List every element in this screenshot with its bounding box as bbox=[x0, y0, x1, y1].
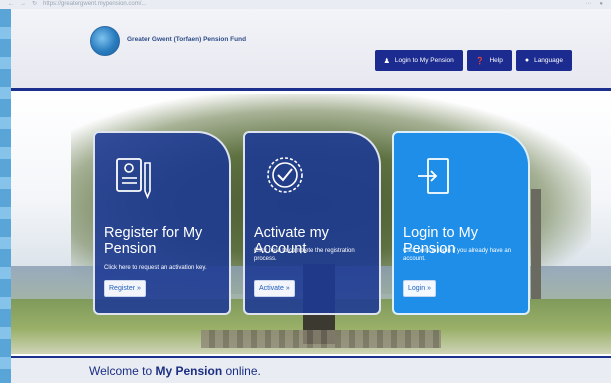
activate-card-desc: Click here to complete the registration … bbox=[254, 248, 355, 262]
login-door-icon bbox=[414, 153, 454, 203]
language-nav-button[interactable]: ● Language bbox=[515, 50, 572, 71]
hero: Register for My Pension Click here to re… bbox=[11, 94, 611, 354]
login-card-desc: Click here to login if you already have … bbox=[403, 248, 512, 262]
check-badge-icon bbox=[265, 153, 305, 203]
welcome-brand: My Pension bbox=[155, 364, 223, 378]
document-pen-icon bbox=[115, 153, 155, 203]
browser-toolbar: ← → ↻ https://greatergwent.mypension.com… bbox=[0, 0, 611, 9]
register-card-desc: Click here to request an activation key. bbox=[104, 265, 207, 271]
decorative-strip bbox=[0, 9, 11, 383]
user-icon: ♟ bbox=[383, 57, 390, 65]
profile-icon[interactable]: ● bbox=[599, 0, 603, 9]
globe-icon: ● bbox=[524, 57, 530, 64]
login-nav-button[interactable]: ♟ Login to My Pension bbox=[374, 50, 463, 71]
help-nav-button[interactable]: ❓ Help bbox=[466, 50, 512, 71]
register-card-title: Register for My Pension bbox=[104, 225, 203, 257]
reload-icon[interactable]: ↻ bbox=[32, 0, 37, 9]
login-card[interactable]: Login to My Pension Click here to login … bbox=[392, 131, 530, 315]
welcome-suffix: online. bbox=[222, 364, 261, 378]
register-card[interactable]: Register for My Pension Click here to re… bbox=[93, 131, 231, 315]
login-button[interactable]: Login » bbox=[403, 280, 436, 297]
help-icon: ❓ bbox=[475, 57, 485, 65]
org-name: Greater Gwent (Torfaen) Pension Fund bbox=[127, 36, 247, 43]
register-button[interactable]: Register » bbox=[104, 280, 146, 297]
extensions-icon[interactable]: ⋯ bbox=[585, 0, 591, 9]
logo[interactable] bbox=[90, 26, 120, 56]
language-nav-label: Language bbox=[534, 57, 563, 64]
welcome-heading: Welcome to My Pension online. bbox=[89, 364, 261, 378]
header-nav: ♟ Login to My Pension ❓ Help ● Language bbox=[374, 50, 572, 71]
tower-background bbox=[531, 189, 541, 299]
stone-wall bbox=[201, 330, 441, 348]
help-nav-label: Help bbox=[489, 57, 503, 64]
login-nav-label: Login to My Pension bbox=[394, 57, 454, 64]
address-bar[interactable]: https://greatergwent.mypension.com/... bbox=[43, 0, 146, 9]
activate-card[interactable]: Activate my Account Click here to comple… bbox=[243, 131, 381, 315]
welcome-banner: Welcome to My Pension online. bbox=[11, 356, 611, 383]
back-icon[interactable]: ← bbox=[8, 0, 14, 9]
welcome-prefix: Welcome to bbox=[89, 364, 156, 378]
forward-icon[interactable]: → bbox=[20, 0, 26, 9]
activate-button[interactable]: Activate » bbox=[254, 280, 295, 297]
page: Greater Gwent (Torfaen) Pension Fund ♟ L… bbox=[11, 9, 611, 383]
site-header: Greater Gwent (Torfaen) Pension Fund ♟ L… bbox=[11, 9, 611, 91]
